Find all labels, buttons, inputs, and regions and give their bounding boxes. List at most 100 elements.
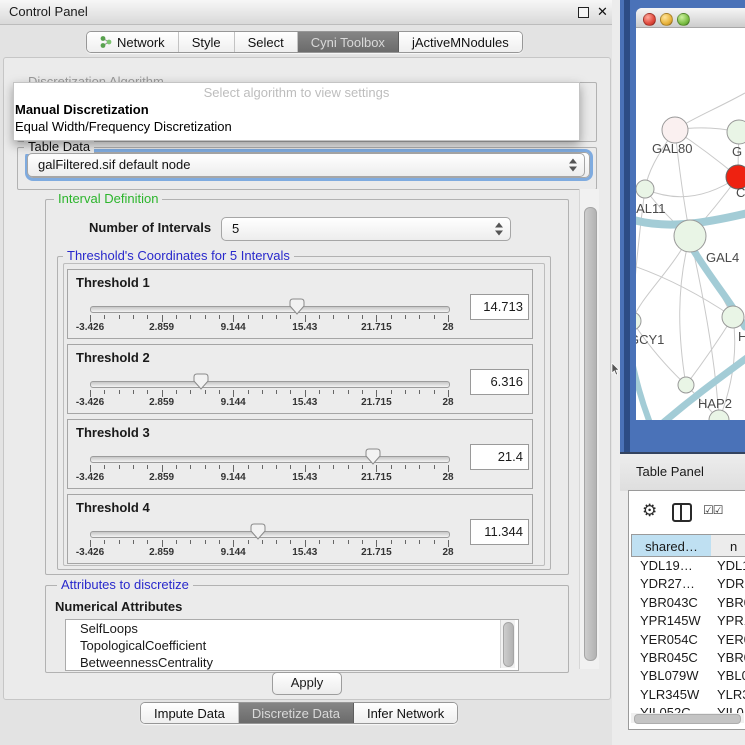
tab-network[interactable]: Network xyxy=(87,32,179,52)
major-tick xyxy=(90,540,91,547)
table-row[interactable]: YLR345WYLR3 xyxy=(629,686,745,704)
tick-label: 28 xyxy=(442,472,453,483)
tick-label: 2.859 xyxy=(149,472,174,483)
attributes-scrollbar-track[interactable] xyxy=(500,620,515,668)
network-canvas[interactable]: GAL80GCGAL11GAL4GCY1HHAP2 xyxy=(636,27,745,420)
table-row[interactable]: YBR043CYBR0 xyxy=(629,594,745,612)
table-row[interactable]: YBL079WYBL0 xyxy=(629,667,745,685)
cell-name: YBR0 xyxy=(717,649,745,667)
table-row[interactable]: YDL19…YDL1 xyxy=(629,557,745,575)
attribute-item-topologicalcoefficient[interactable]: TopologicalCoefficient xyxy=(66,637,518,654)
minor-tick xyxy=(205,465,206,469)
number-of-intervals-label: Number of Intervals xyxy=(89,220,211,235)
panel-scrollbar-thumb[interactable] xyxy=(584,207,597,661)
tab-select[interactable]: Select xyxy=(235,32,298,52)
threshold-slider-track[interactable] xyxy=(90,531,450,538)
major-tick xyxy=(90,390,91,397)
node-label: C xyxy=(736,185,745,200)
cyni-toolbox-panel: Discretization Algorithm Table Data galF… xyxy=(3,57,611,700)
minor-tick xyxy=(190,390,191,394)
threshold-value-field[interactable]: 11.344 xyxy=(470,519,529,545)
close-icon[interactable]: ✕ xyxy=(597,4,608,20)
threshold-slider-thumb[interactable] xyxy=(193,373,209,390)
tab-cyni-toolbox[interactable]: Cyni Toolbox xyxy=(298,32,399,52)
tick-label: 15.43 xyxy=(292,472,317,483)
minor-tick xyxy=(176,315,177,319)
minor-tick xyxy=(276,465,277,469)
table-column-header-name[interactable]: n xyxy=(711,534,745,557)
major-tick xyxy=(376,465,377,472)
number-of-intervals-combobox[interactable]: 5 xyxy=(221,217,511,241)
threshold-slider-track[interactable] xyxy=(90,456,450,463)
numerical-attributes-list[interactable]: SelfLoopsTopologicalCoefficientBetweenne… xyxy=(65,619,519,671)
major-tick xyxy=(376,315,377,322)
tab-jactivemnodules[interactable]: jActiveMNodules xyxy=(399,32,522,52)
table-row[interactable]: YDR27…YDR2 xyxy=(629,575,745,593)
float-window-icon[interactable] xyxy=(578,7,589,18)
minor-tick xyxy=(104,465,105,469)
cell-shared-name: YBL079W xyxy=(640,667,699,685)
tab-discretize-data[interactable]: Discretize Data xyxy=(239,703,354,723)
minimize-traffic-light-icon[interactable] xyxy=(660,13,673,26)
minor-tick xyxy=(319,540,320,544)
network-node-gal80[interactable] xyxy=(662,117,688,143)
node-label: H xyxy=(738,329,745,344)
minor-tick xyxy=(348,465,349,469)
network-node-g[interactable] xyxy=(727,120,745,144)
network-node-gal11[interactable] xyxy=(636,180,654,198)
cell-name: YLR3 xyxy=(717,686,745,704)
threshold-value-field[interactable]: 14.713 xyxy=(470,294,529,320)
close-traffic-light-icon[interactable] xyxy=(643,13,656,26)
popup-item-equal-width-frequency[interactable]: Equal Width/Frequency Discretization xyxy=(15,119,575,135)
major-tick xyxy=(305,315,306,322)
network-icon xyxy=(100,35,112,49)
minor-tick xyxy=(176,465,177,469)
minor-tick xyxy=(133,390,134,394)
gear-icon[interactable]: ⚙ xyxy=(642,501,657,521)
network-node-gcy1[interactable] xyxy=(636,312,641,330)
minor-tick xyxy=(419,540,420,544)
threshold-slider-track[interactable] xyxy=(90,306,450,313)
table-rows: YDL19…YDL1YDR27…YDR2YBR043CYBR0YPR145WYP… xyxy=(629,557,745,713)
attribute-item-selfloops[interactable]: SelfLoops xyxy=(66,620,518,637)
threshold-value-field[interactable]: 21.4 xyxy=(470,444,529,470)
attribute-item-betweennesscentrality[interactable]: BetweennessCentrality xyxy=(66,654,518,671)
minor-tick xyxy=(147,390,148,394)
tab-label: Cyni Toolbox xyxy=(311,35,385,50)
columns-icon[interactable] xyxy=(672,503,692,522)
network-node-gal4[interactable] xyxy=(674,220,706,252)
table-hscrollbar-track[interactable] xyxy=(631,713,744,723)
minor-tick xyxy=(290,315,291,319)
tab-style[interactable]: Style xyxy=(179,32,235,52)
table-row[interactable]: YIL052CYIL0 xyxy=(629,704,745,713)
table-hscrollbar-thumb[interactable] xyxy=(634,714,741,724)
table-row[interactable]: YPR145WYPR1 xyxy=(629,612,745,630)
tick-label: -3.426 xyxy=(76,322,104,333)
threshold-slider-thumb[interactable] xyxy=(250,523,266,540)
panel-scrollbar-track[interactable] xyxy=(579,189,599,669)
cell-name: YDR2 xyxy=(717,575,745,593)
tab-infer-network[interactable]: Infer Network xyxy=(354,703,457,723)
table-row[interactable]: YER054CYER0 xyxy=(629,631,745,649)
threshold-slider-track[interactable] xyxy=(90,381,450,388)
popup-item-manual-discretization[interactable]: Manual Discretization xyxy=(15,102,575,118)
network-window-frame: GAL80GCGAL11GAL4GCY1HHAP2 xyxy=(620,0,745,452)
threshold-value-field[interactable]: 6.316 xyxy=(470,369,529,395)
minor-tick xyxy=(348,390,349,394)
node-label: GAL4 xyxy=(706,250,739,265)
threshold-slider-thumb[interactable] xyxy=(289,298,305,315)
tick-label: 28 xyxy=(442,397,453,408)
table-data-combobox[interactable]: galFiltered.sif default node xyxy=(27,153,585,177)
attributes-scrollbar-thumb[interactable] xyxy=(503,622,514,667)
interval-definition-title: Interval Definition xyxy=(54,192,162,206)
apply-button[interactable]: Apply xyxy=(272,672,342,695)
network-node-hap2[interactable] xyxy=(678,377,694,393)
network-node-h[interactable] xyxy=(722,306,744,328)
table-row[interactable]: YBR045CYBR0 xyxy=(629,649,745,667)
minor-tick xyxy=(119,390,120,394)
select-columns-checkboxes-icon[interactable]: ☑☑ xyxy=(703,503,723,517)
zoom-traffic-light-icon[interactable] xyxy=(677,13,690,26)
tab-impute-data[interactable]: Impute Data xyxy=(141,703,239,723)
table-column-header-shared-name[interactable]: shared… xyxy=(631,534,712,557)
threshold-slider-thumb[interactable] xyxy=(365,448,381,465)
